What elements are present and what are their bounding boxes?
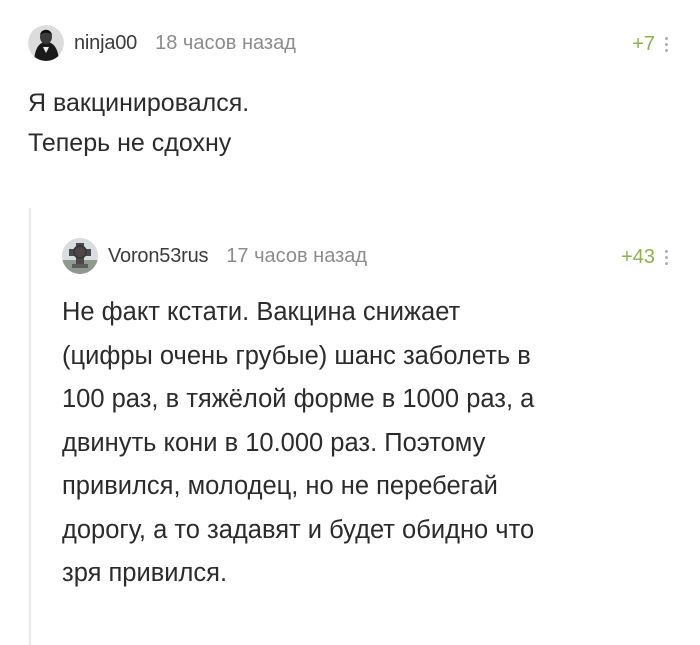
timestamp[interactable]: 18 часов назад: [155, 32, 296, 55]
timestamp[interactable]: 17 часов назад: [226, 245, 367, 268]
avatar-image: [62, 238, 98, 274]
text-line: зря привился.: [62, 559, 228, 587]
comment-text: Не факт кстати. Вакцина снижает (цифры о…: [62, 291, 668, 596]
text-line: дорогу, а то задавят и будет обидно что: [62, 515, 535, 544]
text-line: двинуть кони в 10.000 раз. Поэтому: [62, 428, 486, 457]
text-line: (цифры очень грубые) шанс заболеть в: [62, 341, 531, 370]
username[interactable]: ninja00: [74, 32, 137, 55]
rating-value: +7: [632, 33, 655, 55]
text-line: Теперь не сдохну: [28, 129, 232, 157]
comment-header: Voron53rus 17 часов назад +43: [62, 238, 668, 274]
comment-text: Я вакцинировался. Теперь не сдохну: [28, 83, 668, 163]
text-line: Не факт кстати. Вакцина снижает: [62, 298, 461, 326]
text-line: Я вакцинировался.: [28, 89, 250, 117]
avatar-image: [28, 25, 64, 61]
text-line: привился, молодец, но не перебегай: [62, 472, 498, 500]
vertical-dots-icon[interactable]: [665, 37, 668, 52]
rating-value: +43: [621, 246, 655, 268]
thread-line[interactable]: [29, 208, 31, 645]
vertical-dots-icon[interactable]: [665, 250, 668, 265]
comment: ninja00 18 часов назад +7 Я вакцинировал…: [28, 25, 668, 163]
rating: +7: [632, 33, 668, 56]
rating: +43: [621, 246, 668, 269]
avatar[interactable]: [28, 25, 64, 61]
comment-header: ninja00 18 часов назад +7: [28, 25, 668, 61]
username[interactable]: Voron53rus: [108, 245, 208, 268]
avatar[interactable]: [62, 238, 98, 274]
text-line: 100 раз, в тяжёлой форме в 1000 раз, а: [62, 385, 535, 413]
comment: Voron53rus 17 часов назад +43 Не факт кс…: [62, 238, 668, 596]
